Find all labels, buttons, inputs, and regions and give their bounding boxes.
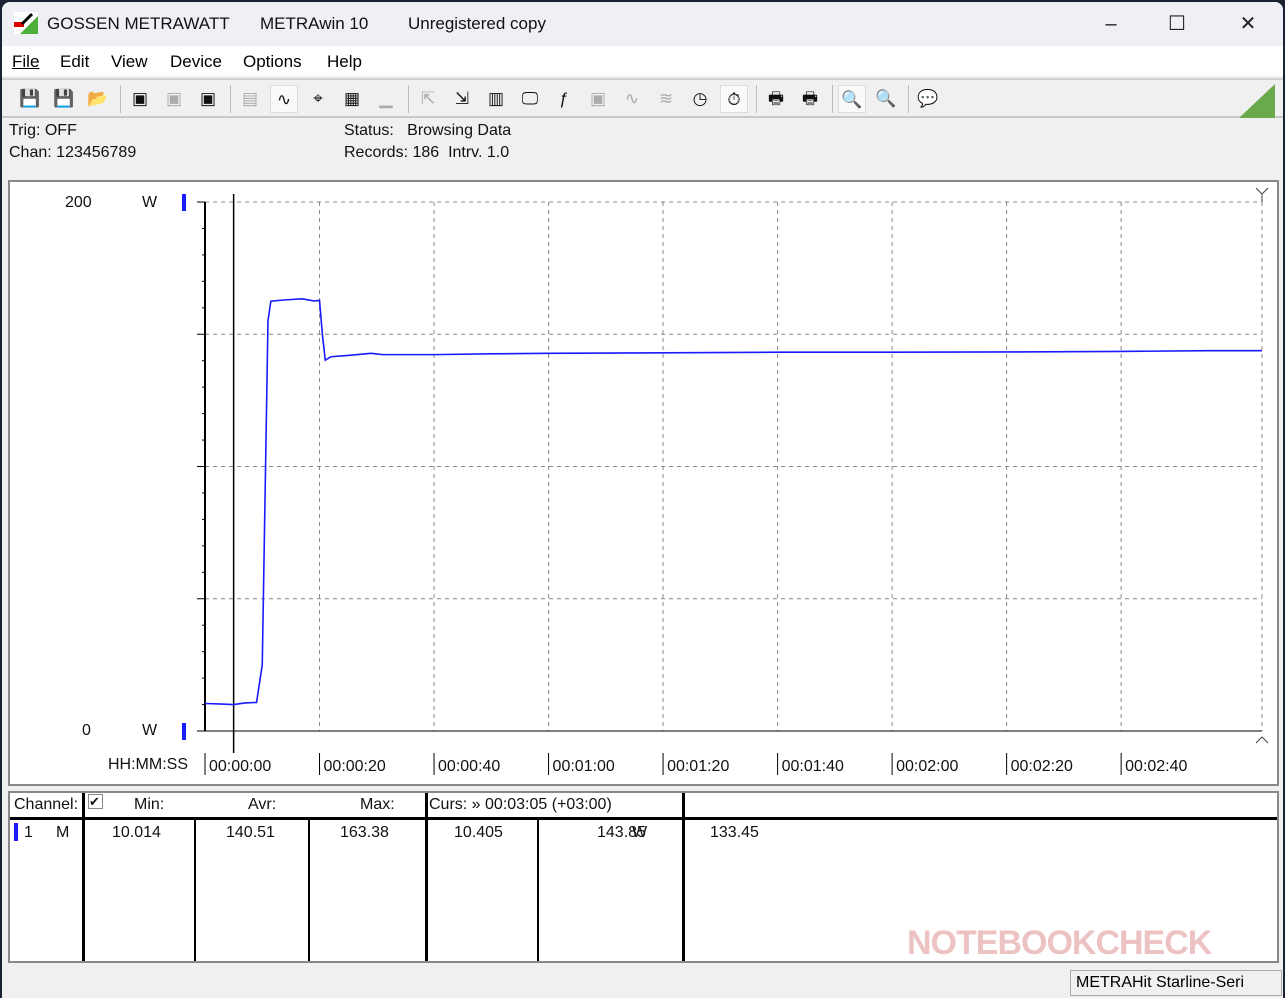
trigger-info: Trig: OFF Chan: 123456789 xyxy=(9,122,136,162)
comment-icon[interactable]: 💬 xyxy=(914,85,942,113)
x-tick-label: 00:02:00 xyxy=(896,758,958,775)
brand-title: GOSSEN METRAWATT xyxy=(47,14,230,33)
y-axis-arrow-icon xyxy=(1255,187,1269,202)
crosshair-icon[interactable]: ⌖ xyxy=(304,85,332,113)
toolbar-separator xyxy=(230,85,231,113)
status-label: Status: xyxy=(344,122,394,139)
clock-settings-icon[interactable]: ◷ xyxy=(686,85,714,113)
zoom-out-icon[interactable]: 🔍 xyxy=(872,85,900,113)
status-value: Browsing Data xyxy=(407,122,512,139)
zoom-waveform-icon[interactable]: 🔍 xyxy=(838,85,866,113)
device-setup-icon[interactable]: ▣ xyxy=(584,85,612,113)
trigger-icon[interactable]: ∿ xyxy=(618,85,646,113)
channel-mode: M xyxy=(56,824,70,841)
function-icon[interactable]: ƒ xyxy=(550,85,578,113)
print-chart-icon[interactable]: 🖶 xyxy=(762,85,790,113)
maximize-button[interactable]: ☐ xyxy=(1152,8,1202,40)
chart-panel[interactable]: 00:00:00 00:00:20 00:00:40 00:01:00 00:01:20… xyxy=(8,180,1279,786)
menu-bar: File Edit View Device Options Help xyxy=(2,46,1283,76)
x-tick-label: 00:00:00 xyxy=(209,758,271,775)
x-axis-arrow-icon xyxy=(1255,736,1269,744)
minimize-button[interactable]: – xyxy=(1086,8,1136,40)
print-icon[interactable]: 🖶 xyxy=(796,85,824,113)
toolbar-separator xyxy=(832,85,833,113)
avr-value: 140.51 xyxy=(226,824,275,841)
y-unit-top: W xyxy=(142,194,158,211)
menu-edit[interactable]: Edit xyxy=(60,52,89,72)
x-tick-label: 00:00:40 xyxy=(438,758,500,775)
app-window: GOSSEN METRAWATT METRAwin 10 Unregistere… xyxy=(2,2,1283,998)
memory-read-icon[interactable]: ▣ xyxy=(194,85,222,113)
cursor-value-1: 10.405 xyxy=(454,824,503,841)
save-export-icon[interactable]: 💾 xyxy=(16,85,44,113)
x-axis-label: HH:MM:SS xyxy=(108,756,188,773)
close-button[interactable]: ✕ xyxy=(1223,8,1273,40)
waveform-view-icon[interactable]: ∿ xyxy=(270,85,298,113)
gossen-logo-icon xyxy=(14,12,38,34)
power-chart[interactable]: 00:00:00 00:00:20 00:00:40 00:01:00 00:01:20… xyxy=(10,182,1277,784)
toolbar-separator xyxy=(408,85,409,113)
max-header: Max: xyxy=(360,796,395,813)
device-read-icon[interactable]: ▣ xyxy=(126,85,154,113)
title-bar: GOSSEN METRAWATT METRAwin 10 Unregistere… xyxy=(2,2,1283,46)
status-indicator-icon xyxy=(1239,84,1275,118)
y-max-label: 200 xyxy=(65,194,92,211)
x-tick-label: 00:01:20 xyxy=(667,758,729,775)
save-import-icon[interactable]: 💾 xyxy=(50,85,78,113)
interval: Intrv. 1.0 xyxy=(448,144,510,161)
menu-file[interactable]: File xyxy=(12,52,39,72)
device-clear-icon[interactable]: ▣ xyxy=(160,85,188,113)
channels: Chan: 123456789 xyxy=(9,144,137,161)
toolbar-separator xyxy=(120,85,121,113)
transfer-out-icon[interactable]: ⇱ xyxy=(414,85,442,113)
config-icon[interactable]: ▥ xyxy=(482,85,510,113)
notebookcheck-watermark: NOTEBOOKCHECK xyxy=(907,924,1212,962)
power-series-line xyxy=(204,298,1262,706)
channel-checkbox[interactable]: ✔ xyxy=(88,794,103,809)
y-scale-marker-top xyxy=(182,194,186,211)
x-tick-label: 00:01:40 xyxy=(782,758,844,775)
app-title: METRAwin 10 xyxy=(260,14,369,33)
monitor-icon[interactable]: 🖵 xyxy=(516,85,544,113)
cursor-header: Curs: » 00:03:05 (+03:00) xyxy=(429,796,612,813)
menu-view[interactable]: View xyxy=(111,52,148,72)
x-tick-label: 00:02:40 xyxy=(1125,758,1187,775)
toolbar-separator xyxy=(908,85,909,113)
device-status: METRAHit Starline-Seri xyxy=(1070,970,1282,996)
menu-help[interactable]: Help xyxy=(327,52,362,72)
channel-number: 1 xyxy=(24,824,33,841)
y-scale-marker-bottom xyxy=(182,723,186,740)
histogram-icon[interactable]: ▁ xyxy=(372,85,400,113)
y-min-label: 0 xyxy=(82,722,91,739)
display-icon[interactable]: ▤ xyxy=(236,85,264,113)
sampling-icon[interactable]: ≋ xyxy=(652,85,680,113)
registration-title: Unregistered copy xyxy=(408,14,546,33)
avr-header: Avr: xyxy=(248,796,277,813)
table-view-icon[interactable]: ▦ xyxy=(338,85,366,113)
cursor-value-3: 133.45 xyxy=(710,824,759,841)
toolbar-separator xyxy=(756,85,757,113)
menu-options[interactable]: Options xyxy=(243,52,302,72)
y-unit-bottom: W xyxy=(142,722,158,739)
trig-status: Trig: OFF xyxy=(9,122,77,139)
x-tick-label: 00:01:00 xyxy=(553,758,615,775)
status-info: Status: Browsing Data Records: 186 Intrv… xyxy=(344,122,511,162)
cursor-unit: W xyxy=(632,824,648,841)
channel-header: Channel: xyxy=(14,796,79,813)
channel-color-marker xyxy=(14,823,18,841)
max-value: 163.38 xyxy=(340,824,389,841)
timer-icon[interactable]: ⏱ xyxy=(720,85,748,113)
min-header: Min: xyxy=(134,796,165,813)
menu-device[interactable]: Device xyxy=(170,52,222,72)
x-tick-label: 00:02:20 xyxy=(1011,758,1073,775)
toolbar: 💾 💾 📂 ▣ ▣ ▣ ▤ ∿ ⌖ ▦ ▁ ⇱ ⇲ ▥ 🖵 ƒ ▣ ∿ ≋ ◷ ⏱ 🖶 🖶 🔍 🔍 💬 xyxy=(2,78,1283,118)
records: Records: 186 xyxy=(344,144,440,161)
open-folder-icon[interactable]: 📂 xyxy=(84,85,112,113)
min-value: 10.014 xyxy=(112,824,161,841)
transfer-in-icon[interactable]: ⇲ xyxy=(448,85,476,113)
x-tick-label: 00:00:20 xyxy=(324,758,386,775)
